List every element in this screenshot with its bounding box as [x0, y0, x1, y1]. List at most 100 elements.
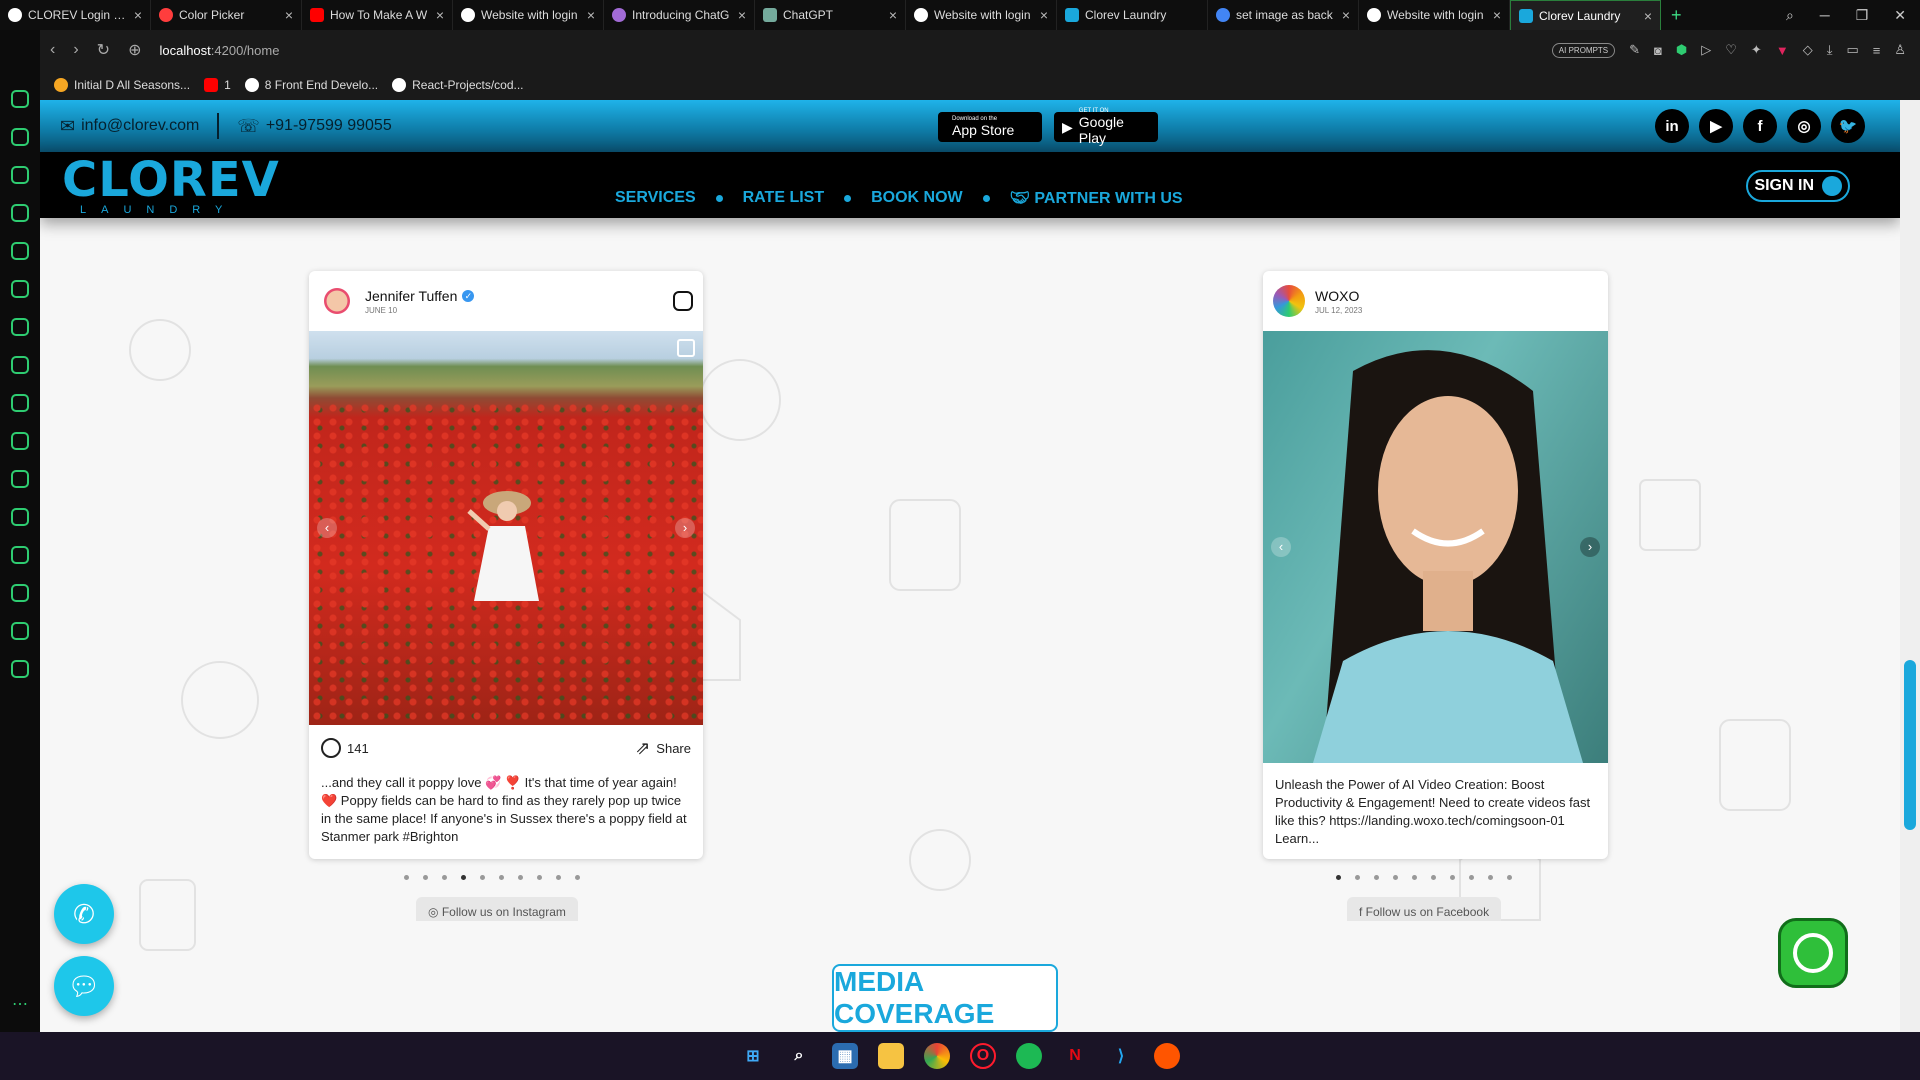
- tab-website-login-1[interactable]: Website with login ×: [453, 0, 604, 30]
- woxo-logo-icon[interactable]: [1273, 285, 1305, 317]
- shield-icon[interactable]: ⬢: [1676, 42, 1687, 58]
- carousel-dot[interactable]: [1488, 875, 1493, 880]
- windows-start-icon[interactable]: ⊞: [740, 1043, 766, 1069]
- nav-rate-list[interactable]: RATE LIST: [743, 189, 824, 207]
- carousel-dot[interactable]: [1355, 875, 1360, 880]
- close-icon[interactable]: ×: [1493, 7, 1501, 23]
- carousel-dot-active[interactable]: [461, 875, 466, 880]
- battery-icon[interactable]: ▭: [1846, 42, 1858, 58]
- player-icon[interactable]: [11, 546, 29, 564]
- carousel-dot-active[interactable]: [1336, 875, 1341, 880]
- file-explorer-icon[interactable]: [878, 1043, 904, 1069]
- bookmark-initial-d[interactable]: Initial D All Seasons...: [54, 78, 190, 92]
- cube-icon[interactable]: ◇: [1803, 42, 1813, 58]
- whatsapp-icon[interactable]: [11, 356, 29, 374]
- netflix-icon[interactable]: N: [1062, 1043, 1088, 1069]
- post-image-woman-portrait[interactable]: ‹ ›: [1263, 331, 1608, 763]
- nav-partner[interactable]: 🤝︎ PARTNER WITH US: [1010, 188, 1183, 208]
- close-icon[interactable]: ×: [285, 7, 293, 23]
- tab-how-to-make[interactable]: How To Make A W ×: [302, 0, 453, 30]
- heart-icon[interactable]: ♡: [1725, 42, 1737, 58]
- send-icon[interactable]: ▷: [1701, 42, 1711, 58]
- ai-icon[interactable]: [11, 242, 29, 260]
- close-icon[interactable]: ×: [738, 7, 746, 23]
- url-field[interactable]: localhost:4200/home: [159, 43, 279, 58]
- carousel-dot[interactable]: [556, 875, 561, 880]
- chat-button[interactable]: 💬︎: [54, 956, 114, 1016]
- bookmark-front-end[interactable]: 8 Front End Develo...: [244, 78, 378, 92]
- tab-clorev-laundry-active[interactable]: Clorev Laundry ×: [1510, 0, 1661, 30]
- facebook-icon[interactable]: f: [1743, 109, 1777, 143]
- carousel-dot[interactable]: [1450, 875, 1455, 880]
- twitter-icon[interactable]: 🐦: [1831, 109, 1865, 143]
- call-button[interactable]: ✆: [54, 884, 114, 944]
- post-author[interactable]: WOXO: [1315, 288, 1362, 304]
- email-link[interactable]: ✉ info@clorev.com: [60, 116, 199, 137]
- whatsapp-button[interactable]: [1778, 918, 1848, 988]
- edit-icon[interactable]: ✎: [1629, 42, 1640, 58]
- tab-introducing-chatgpt[interactable]: Introducing ChatG ×: [604, 0, 755, 30]
- share-button[interactable]: ⇗ Share: [635, 738, 691, 759]
- telegram-icon[interactable]: [11, 394, 29, 412]
- close-icon[interactable]: ×: [134, 7, 142, 23]
- tab-clorev-laundry-1[interactable]: Clorev Laundry: [1057, 0, 1208, 30]
- gamepad-icon[interactable]: [11, 90, 29, 108]
- more-icon[interactable]: ⋯: [12, 994, 28, 1014]
- instagram-icon[interactable]: [673, 291, 693, 311]
- history-icon[interactable]: [11, 584, 29, 602]
- carousel-dot[interactable]: [1469, 875, 1474, 880]
- nav-services[interactable]: SERVICES: [615, 189, 696, 207]
- instagram-icon[interactable]: [11, 432, 29, 450]
- new-tab-icon[interactable]: +: [1661, 5, 1692, 26]
- close-icon[interactable]: ×: [1644, 8, 1652, 24]
- maximize-icon[interactable]: ❐: [1856, 7, 1869, 24]
- follow-instagram-button[interactable]: ◎ Follow us on Instagram: [416, 897, 578, 921]
- instagram-icon[interactable]: ◎: [1787, 109, 1821, 143]
- menu-icon[interactable]: ≡: [1873, 43, 1881, 58]
- carousel-dot[interactable]: [423, 875, 428, 880]
- carousel-next-icon[interactable]: ›: [675, 518, 695, 538]
- carousel-dot[interactable]: [575, 875, 580, 880]
- carousel-dot[interactable]: [1507, 875, 1512, 880]
- bookmark-youtube[interactable]: 1: [204, 78, 231, 92]
- close-window-icon[interactable]: ✕: [1894, 7, 1906, 24]
- vscode-icon[interactable]: ⟩: [1108, 1043, 1134, 1069]
- game-icon[interactable]: [11, 318, 29, 336]
- carousel-dot[interactable]: [518, 875, 523, 880]
- close-icon[interactable]: ×: [436, 7, 444, 23]
- bookmark-react-projects[interactable]: React-Projects/cod...: [392, 78, 524, 92]
- download-icon[interactable]: ⤓: [1827, 42, 1833, 58]
- search-tabs-icon[interactable]: ⌕: [1786, 7, 1794, 24]
- carousel-dot[interactable]: [1431, 875, 1436, 880]
- youtube-icon[interactable]: ▶: [1699, 109, 1733, 143]
- post-author[interactable]: Jennifer Tuffen: [365, 288, 457, 304]
- tab-chatgpt[interactable]: ChatGPT ×: [755, 0, 906, 30]
- close-icon[interactable]: ×: [1040, 7, 1048, 23]
- carousel-prev-icon[interactable]: ‹: [317, 518, 337, 538]
- chatgpt-icon[interactable]: [11, 280, 29, 298]
- tab-website-login-3[interactable]: Website with login ×: [1359, 0, 1510, 30]
- page-scrollbar[interactable]: [1900, 100, 1920, 1032]
- tab-website-login-2[interactable]: Website with login ×: [906, 0, 1057, 30]
- phone-link[interactable]: ☏ +91-97599 99055: [237, 116, 391, 137]
- bookmark-icon[interactable]: ▼: [1776, 43, 1789, 58]
- avatar[interactable]: [319, 283, 355, 319]
- carousel-dot[interactable]: [1374, 875, 1379, 880]
- carousel-prev-icon[interactable]: ‹: [1271, 537, 1291, 557]
- carousel-dot[interactable]: [1412, 875, 1417, 880]
- discord-icon[interactable]: [11, 508, 29, 526]
- google-play-button[interactable]: ▶ GET IT ON Google Play: [1054, 108, 1158, 146]
- carousel-dot[interactable]: [499, 875, 504, 880]
- facebook-post-card[interactable]: WOXO JUL 12, 2023 ‹ › Unleash the Power …: [1263, 271, 1608, 859]
- carousel-dot[interactable]: [537, 875, 542, 880]
- tab-set-image[interactable]: set image as back ×: [1208, 0, 1359, 30]
- carousel-dot[interactable]: [1393, 875, 1398, 880]
- twitch-icon[interactable]: [11, 204, 29, 222]
- tab-color-picker[interactable]: Color Picker ×: [151, 0, 302, 30]
- close-icon[interactable]: ×: [889, 7, 897, 23]
- settings-icon[interactable]: [11, 660, 29, 678]
- nav-book-now[interactable]: BOOK NOW: [871, 189, 963, 207]
- comments-button[interactable]: 141: [321, 738, 369, 758]
- follow-facebook-button[interactable]: f Follow us on Facebook: [1347, 897, 1502, 921]
- bag-icon[interactable]: [11, 166, 29, 184]
